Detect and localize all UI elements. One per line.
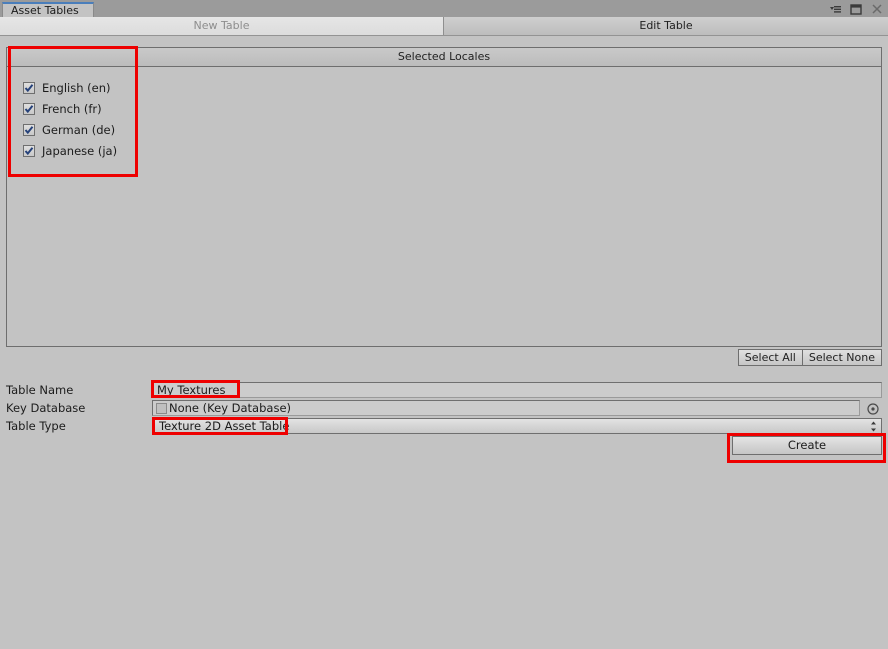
key-database-row: Key Database None (Key Database) <box>0 399 888 417</box>
table-name-field[interactable]: My Textures <box>152 382 882 398</box>
chevron-updown-icon <box>869 420 878 433</box>
checkbox-japanese[interactable] <box>23 144 35 157</box>
table-name-row: Table Name My Textures <box>0 381 888 399</box>
tab-new-table[interactable]: New Table <box>0 17 444 35</box>
create-button[interactable]: Create <box>732 436 882 455</box>
table-name-label: Table Name <box>6 383 74 397</box>
list-item[interactable]: Japanese (ja) <box>23 140 881 161</box>
mode-tabs: New Table Edit Table <box>0 17 888 36</box>
locale-label-french: French (fr) <box>42 101 102 116</box>
list-item[interactable]: English (en) <box>23 77 881 98</box>
locale-label-japanese: Japanese (ja) <box>42 143 118 158</box>
list-item[interactable]: French (fr) <box>23 98 881 119</box>
window-titlebar: Asset Tables <box>0 0 888 17</box>
checkbox-english[interactable] <box>23 81 35 94</box>
new-table-form: Table Name My Textures Key Database None… <box>0 381 888 435</box>
table-type-dropdown[interactable]: Texture 2D Asset Table <box>152 418 882 434</box>
locale-label-german: German (de) <box>42 122 116 137</box>
tab-edit-table[interactable]: Edit Table <box>444 17 888 35</box>
key-database-label: Key Database <box>6 401 86 415</box>
table-type-value: Texture 2D Asset Table <box>159 419 290 433</box>
tab-edit-table-label: Edit Table <box>639 19 693 32</box>
select-all-button[interactable]: Select All <box>737 349 803 366</box>
object-field-icon <box>156 402 167 414</box>
window-tab-label: Asset Tables <box>11 4 79 17</box>
locale-label-english: English (en) <box>42 80 111 95</box>
window-menu-icon[interactable] <box>828 2 842 16</box>
close-icon[interactable] <box>870 2 884 16</box>
locale-list: English (en) French (fr) German (de) Jap… <box>7 67 881 346</box>
table-type-control: Texture 2D Asset Table <box>152 418 882 434</box>
select-all-label: Select All <box>744 351 796 364</box>
checkbox-french[interactable] <box>23 102 35 115</box>
tab-new-table-label: New Table <box>193 19 250 32</box>
select-none-label: Select None <box>808 351 875 364</box>
table-type-row: Table Type Texture 2D Asset Table <box>0 417 888 435</box>
object-picker-icon[interactable] <box>866 401 880 415</box>
key-database-control: None (Key Database) <box>152 400 882 416</box>
key-database-field[interactable]: None (Key Database) <box>152 400 860 416</box>
key-database-value: None (Key Database) <box>169 401 292 415</box>
table-type-label: Table Type <box>6 419 66 433</box>
list-item[interactable]: German (de) <box>23 119 881 140</box>
checkbox-german[interactable] <box>23 123 35 136</box>
create-button-wrap: Create <box>732 436 882 455</box>
window-tab-asset-tables[interactable]: Asset Tables <box>2 2 94 17</box>
selected-locales-header: Selected Locales <box>7 48 881 67</box>
locale-selection-buttons: Select All Select None <box>737 349 882 366</box>
selected-locales-title: Selected Locales <box>397 50 491 63</box>
maximize-icon[interactable] <box>849 2 863 16</box>
window-controls <box>828 1 884 16</box>
table-name-control: My Textures <box>152 382 882 398</box>
asset-tables-window: Asset Tables New Table Edit Table Select… <box>0 0 888 649</box>
select-none-button[interactable]: Select None <box>801 349 882 366</box>
create-button-label: Create <box>787 438 827 452</box>
selected-locales-panel: Selected Locales English (en) French (fr… <box>6 47 882 347</box>
